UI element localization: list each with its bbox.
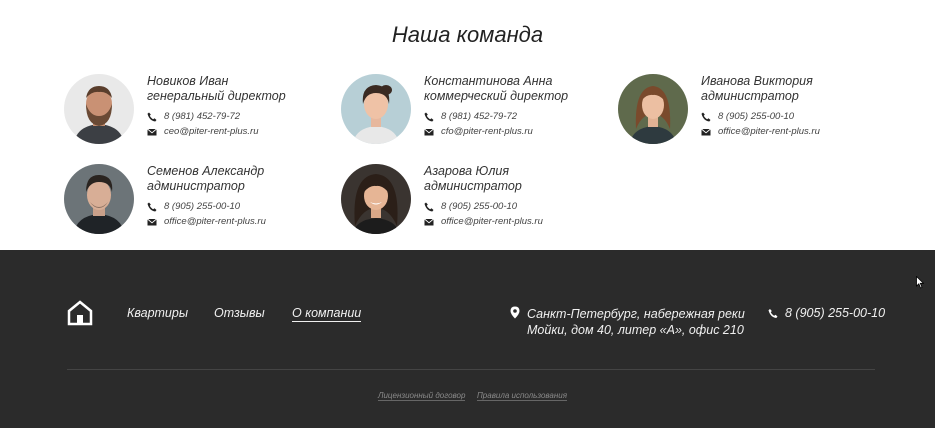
footer-phone[interactable]: 8 (905) 255-00-10 <box>785 306 885 320</box>
address-line-2: Мойки, дом 40, литер «А», офис 210 <box>527 323 744 337</box>
team-section: Наша команда Новиков Иван генеральный ди… <box>0 0 935 250</box>
envelope-icon <box>701 128 711 135</box>
member-email[interactable]: ceo@piter-rent-plus.ru <box>164 126 258 137</box>
member-email[interactable]: office@piter-rent-plus.ru <box>441 216 543 227</box>
home-icon[interactable] <box>67 300 93 326</box>
avatar <box>618 74 688 144</box>
phone-icon <box>147 112 157 121</box>
team-member-card: Новиков Иван генеральный директор 8 (981… <box>64 74 304 154</box>
member-phone[interactable]: 8 (981) 452-79-72 <box>164 111 240 122</box>
envelope-icon <box>424 128 434 135</box>
footer-divider <box>67 369 875 370</box>
envelope-icon <box>147 128 157 135</box>
member-role: администратор <box>424 179 522 193</box>
avatar <box>64 74 134 144</box>
member-role: генеральный директор <box>147 89 286 103</box>
phone-icon <box>701 112 711 121</box>
member-phone[interactable]: 8 (905) 255-00-10 <box>441 201 517 212</box>
address-line-1: Санкт-Петербург, набережная реки <box>527 307 745 321</box>
nav-link-about[interactable]: О компании <box>292 306 362 322</box>
team-member-card: Семенов Александр администратор 8 (905) … <box>64 164 304 244</box>
nav-link-reviews[interactable]: Отзывы <box>214 306 265 320</box>
member-email[interactable]: office@piter-rent-plus.ru <box>164 216 266 227</box>
member-phone[interactable]: 8 (905) 255-00-10 <box>164 201 240 212</box>
member-role: коммерческий директор <box>424 89 569 103</box>
team-member-card: Азарова Юлия администратор 8 (905) 255-0… <box>341 164 581 244</box>
phone-icon <box>424 202 434 211</box>
license-agreement-link[interactable]: Лицензионный договор <box>378 391 466 401</box>
phone-icon <box>424 112 434 121</box>
member-email[interactable]: cfo@piter-rent-plus.ru <box>441 126 533 137</box>
team-member-card: Константинова Анна коммерческий директор… <box>341 74 581 154</box>
nav-link-apartments[interactable]: Квартиры <box>127 306 188 320</box>
team-member-card: Иванова Виктория администратор 8 (905) 2… <box>618 74 858 154</box>
avatar <box>341 164 411 234</box>
section-title: Наша команда <box>391 22 544 47</box>
address: Санкт-Петербург, набережная реки Мойки, … <box>527 306 745 338</box>
phone-icon <box>147 202 157 211</box>
avatar <box>64 164 134 234</box>
location-pin-icon <box>510 306 520 319</box>
member-name: Константинова Анна <box>424 74 553 88</box>
member-role: администратор <box>701 89 799 103</box>
mouse-cursor-icon <box>916 276 924 289</box>
member-name: Азарова Юлия <box>424 164 509 178</box>
member-phone[interactable]: 8 (905) 255-00-10 <box>718 111 794 122</box>
site-footer: Квартиры Отзывы О компании Санкт-Петербу… <box>0 250 935 428</box>
member-name: Семенов Александр <box>147 164 265 178</box>
avatar <box>341 74 411 144</box>
member-phone[interactable]: 8 (981) 452-79-72 <box>441 111 517 122</box>
terms-of-use-link[interactable]: Правила использования <box>477 391 567 401</box>
member-name: Иванова Виктория <box>701 74 813 88</box>
member-email[interactable]: office@piter-rent-plus.ru <box>718 126 820 137</box>
member-name: Новиков Иван <box>147 74 229 88</box>
member-role: администратор <box>147 179 245 193</box>
envelope-icon <box>424 218 434 225</box>
phone-icon <box>768 309 778 318</box>
envelope-icon <box>147 218 157 225</box>
